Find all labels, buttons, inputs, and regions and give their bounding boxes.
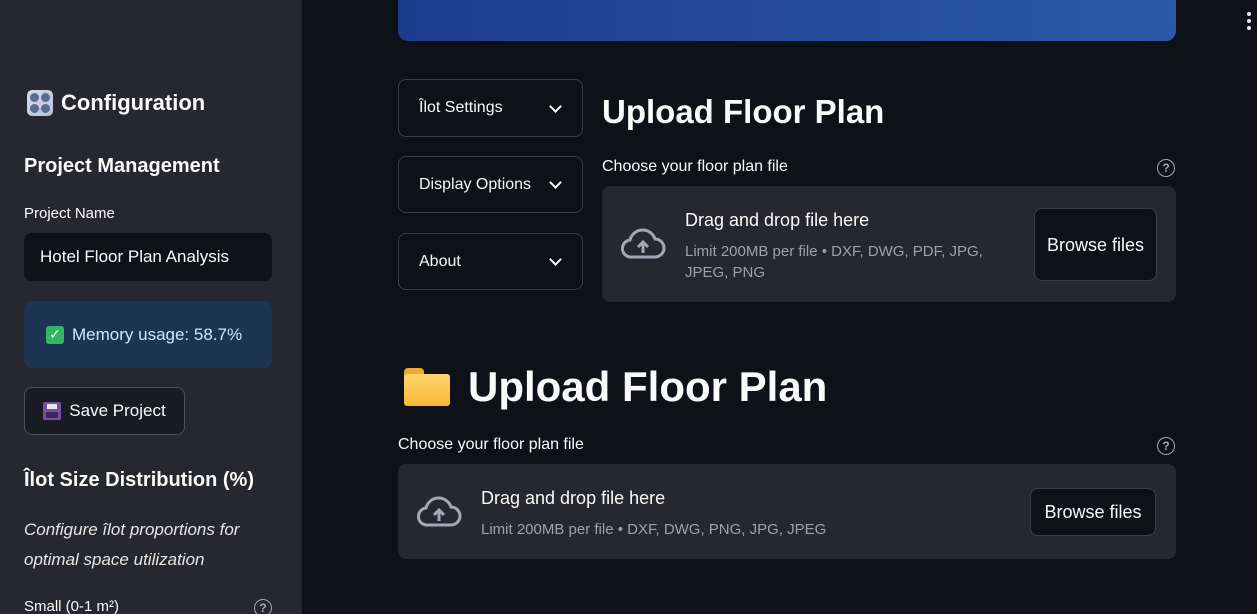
upload-title: Upload Floor Plan xyxy=(602,93,885,130)
sidebar-title-text: Configuration xyxy=(61,90,206,115)
help-icon[interactable]: ? xyxy=(1157,159,1175,177)
memory-usage-alert: ✓ Memory usage: 58.7% xyxy=(24,301,272,368)
distribution-caption: Configure îlot proportions for optimal s… xyxy=(24,520,240,569)
cloud-upload-icon xyxy=(621,228,666,259)
chevron-down-icon xyxy=(549,176,562,189)
chevron-down-icon xyxy=(549,99,562,113)
chevron-down-icon xyxy=(549,253,562,266)
help-icon[interactable]: ? xyxy=(1157,437,1175,455)
distribution-header: Îlot Size Distribution (%) xyxy=(24,469,254,491)
help-icon[interactable]: ? xyxy=(254,599,272,614)
dropzone-limit-text: Limit 200MB per file • DXF, DWG, PDF, JP… xyxy=(685,243,983,281)
floppy-disk-icon xyxy=(43,402,62,420)
expander-label: Display Options xyxy=(419,175,532,193)
project-name-input[interactable]: Hotel Floor Plan Analysis xyxy=(24,233,272,281)
dropzone-limit-text: Limit 200MB per file • DXF, DWG, PNG, JP… xyxy=(481,521,827,538)
dropzone-title: Drag and drop file here xyxy=(481,488,666,508)
browse-files-button[interactable]: Browse files xyxy=(1030,488,1156,536)
folder-icon xyxy=(404,368,450,406)
save-project-label: Save Project xyxy=(69,401,166,420)
small-size-label: Small (0-1 m²) xyxy=(24,598,120,614)
file-uploader-label: Choose your floor plan file xyxy=(398,436,584,453)
project-name-label: Project Name xyxy=(24,205,115,222)
save-project-button[interactable]: Save Project xyxy=(24,387,185,435)
browse-files-button[interactable]: Browse files xyxy=(1034,208,1157,281)
header-banner xyxy=(398,0,1176,41)
sidebar: Configuration Project Management Project… xyxy=(0,0,302,614)
control-knobs-icon xyxy=(27,90,53,116)
dropzone-title: Drag and drop file here xyxy=(685,210,870,230)
check-mark-icon: ✓ xyxy=(46,325,64,344)
file-dropzone[interactable]: Drag and drop file here Limit 200MB per … xyxy=(602,186,1176,302)
expander-label: About xyxy=(419,252,461,270)
expander-label: Îlot Settings xyxy=(419,99,503,116)
file-uploader-label: Choose your floor plan file xyxy=(602,158,788,175)
upload-title: Upload Floor Plan xyxy=(468,363,828,410)
main-menu-icon[interactable] xyxy=(1247,12,1251,30)
expander-about[interactable]: About xyxy=(398,233,583,290)
file-dropzone[interactable]: Drag and drop file here Limit 200MB per … xyxy=(398,464,1176,559)
project-management-header: Project Management xyxy=(24,155,220,177)
memory-usage-text: Memory usage: 58.7% xyxy=(72,324,243,344)
cloud-upload-icon xyxy=(417,496,462,527)
expander-ilot-settings[interactable]: Îlot Settings xyxy=(398,79,583,137)
expander-display-options[interactable]: Display Options xyxy=(398,156,583,213)
upload-title-with-icon: Upload Floor Plan xyxy=(404,363,827,411)
sidebar-title: Configuration xyxy=(27,90,205,116)
